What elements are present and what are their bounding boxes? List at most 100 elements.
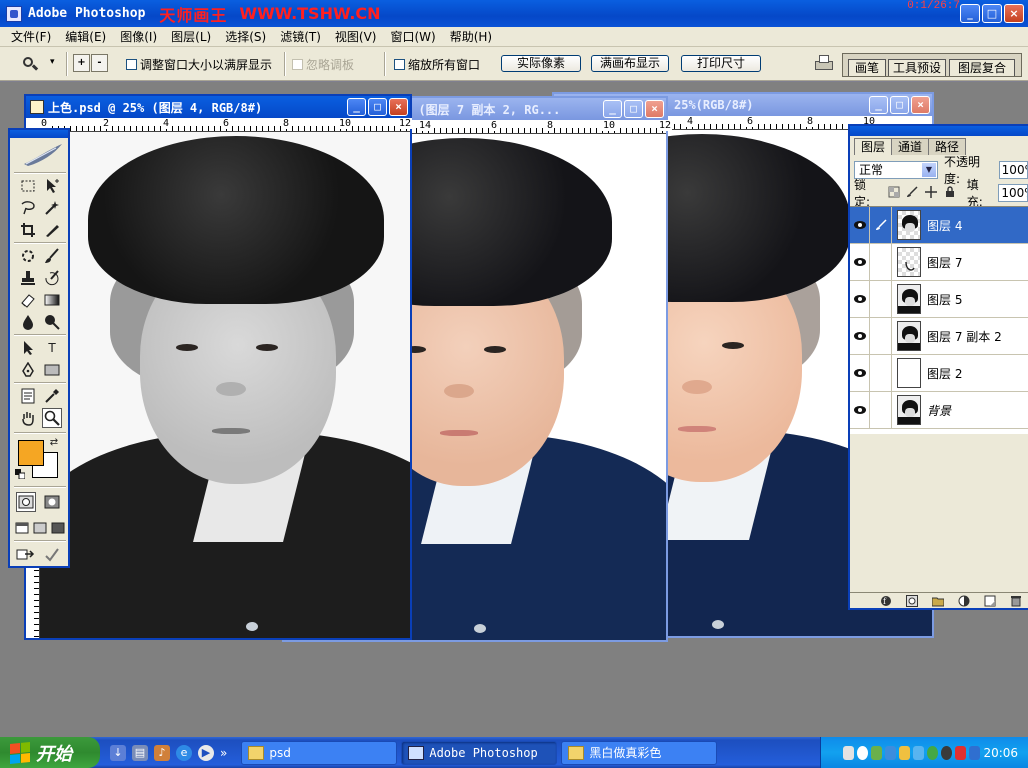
bluetooth-icon[interactable]	[969, 745, 981, 760]
document-window-active[interactable]: 上色.psd @ 25% (图层 4, RGB/8#) _ □ × 0 2 4 …	[24, 94, 413, 640]
app-restore-button[interactable]: □	[982, 4, 1002, 23]
doc-minimize-button[interactable]: _	[603, 100, 622, 118]
layer-row[interactable]: 图层 5	[850, 280, 1028, 318]
doc-close-button[interactable]: ×	[911, 96, 930, 114]
keyboard-icon[interactable]	[843, 745, 855, 760]
well-tab-tool-presets[interactable]: 工具预设	[888, 59, 946, 76]
internet-explorer-icon[interactable]: e	[176, 744, 192, 761]
menu-view[interactable]: 视图(V)	[328, 28, 384, 45]
full-screen-mode-icon[interactable]	[50, 518, 66, 538]
hand-tool-icon[interactable]	[18, 408, 38, 428]
lock-position-icon[interactable]	[924, 186, 938, 200]
task-bw-to-color[interactable]: 黑白做真彩色	[561, 740, 718, 765]
menu-help[interactable]: 帮助(H)	[443, 28, 499, 45]
doc-close-button[interactable]: ×	[389, 98, 408, 116]
path-selection-tool-icon[interactable]	[18, 338, 38, 358]
type-tool-icon[interactable]: T	[42, 338, 62, 358]
zoom-all-windows-checkbox[interactable]: 缩放所有窗口	[394, 56, 480, 73]
menu-image[interactable]: 图像(I)	[113, 28, 164, 45]
jump-to-imageready-icon[interactable]	[16, 544, 36, 564]
slice-tool-icon[interactable]	[42, 220, 62, 240]
doc-maximize-button[interactable]: □	[368, 98, 387, 116]
well-tab-brushes[interactable]: 画笔	[848, 59, 886, 76]
notes-tool-icon[interactable]	[18, 386, 38, 406]
visibility-eye-icon[interactable]	[850, 354, 870, 392]
gradient-tool-icon[interactable]	[42, 290, 62, 310]
history-brush-tool-icon[interactable]	[42, 268, 62, 288]
doc-maximize-button[interactable]: □	[890, 96, 909, 114]
visibility-eye-icon[interactable]	[850, 206, 870, 244]
new-layer-icon[interactable]	[984, 595, 996, 607]
document-titlebar[interactable]: 上色.psd @ 25% (图层 4, RGB/8#) _ □ ×	[26, 96, 410, 118]
tab-layers[interactable]: 图层	[854, 138, 893, 155]
move-tool-icon[interactable]	[42, 176, 62, 196]
visibility-eye-icon[interactable]	[850, 280, 870, 318]
menu-select[interactable]: 选择(S)	[218, 28, 273, 45]
zoom-in-button[interactable]: +	[73, 54, 90, 72]
dodge-tool-icon[interactable]	[42, 312, 62, 332]
adjustment-layer-icon[interactable]	[958, 595, 970, 607]
menu-filter[interactable]: 滤镜(T)	[273, 28, 328, 45]
file-browser-icon[interactable]	[814, 55, 834, 72]
healing-brush-tool-icon[interactable]	[18, 246, 38, 266]
lasso-tool-icon[interactable]	[18, 198, 38, 218]
magic-wand-tool-icon[interactable]	[42, 198, 62, 218]
fit-screen-button[interactable]: 满画布显示	[591, 55, 669, 72]
media-icon[interactable]: ♪	[154, 744, 170, 761]
standard-screen-mode-icon[interactable]	[14, 518, 30, 538]
crop-tool-icon[interactable]	[18, 220, 38, 240]
tool-preset-dropdown-icon[interactable]: ▾	[50, 57, 55, 67]
rectangle-tool-icon[interactable]	[42, 360, 62, 380]
brush-tool-icon[interactable]	[42, 246, 62, 266]
security-shield-icon[interactable]	[955, 745, 967, 760]
checkbox-box[interactable]	[126, 59, 137, 70]
pen-tool-icon[interactable]	[18, 360, 38, 380]
zoom-tool-icon[interactable]	[20, 55, 39, 73]
layer-link-slot[interactable]	[870, 391, 892, 429]
imageready-icon[interactable]	[42, 544, 62, 564]
layer-link-slot[interactable]	[870, 354, 892, 392]
quick-mask-mode-icon[interactable]	[42, 492, 62, 512]
lock-pixels-icon[interactable]	[905, 186, 919, 200]
menu-layer[interactable]: 图层(L)	[164, 28, 218, 45]
horizontal-ruler[interactable]: 0 2 4 6 8 10 12	[40, 118, 413, 132]
photoshop-app-icon[interactable]	[6, 5, 22, 22]
paintbrush-icon[interactable]	[870, 206, 892, 244]
quick-launch-more-icon[interactable]: »	[220, 746, 227, 760]
layers-palette-titlebar[interactable]	[850, 126, 1028, 136]
lock-transparency-icon[interactable]	[887, 186, 901, 200]
menu-file[interactable]: 文件(F)	[4, 28, 58, 45]
task-psd[interactable]: psd	[241, 740, 398, 765]
network-icon[interactable]	[871, 745, 883, 760]
toolbox-titlebar[interactable]	[10, 130, 68, 138]
menu-window[interactable]: 窗口(W)	[383, 28, 442, 45]
swap-colors-icon[interactable]: ⇄	[48, 436, 60, 448]
chevron-down-icon[interactable]: ▼	[921, 163, 936, 177]
app-close-button[interactable]: ×	[1004, 4, 1024, 23]
opacity-input[interactable]: 100%	[998, 161, 1028, 179]
layer-row[interactable]: 图层 7	[850, 243, 1028, 281]
visibility-eye-icon[interactable]	[850, 317, 870, 355]
checkbox-box[interactable]	[394, 59, 405, 70]
actual-pixels-button[interactable]: 实际像素	[501, 55, 581, 72]
standard-mode-icon[interactable]	[16, 492, 36, 512]
layer-row[interactable]: 图层 2	[850, 354, 1028, 392]
layer-link-slot[interactable]	[870, 317, 892, 355]
messenger-icon[interactable]	[885, 745, 897, 760]
volume-icon[interactable]	[899, 745, 911, 760]
print-size-button[interactable]: 打印尺寸	[681, 55, 761, 72]
clone-stamp-tool-icon[interactable]	[18, 268, 38, 288]
layer-row[interactable]: 图层 4	[850, 206, 1028, 244]
media-player-icon[interactable]: ▶	[198, 744, 214, 761]
doc-minimize-button[interactable]: _	[347, 98, 366, 116]
app-minimize-button[interactable]: _	[960, 4, 980, 23]
resize-windows-checkbox[interactable]: 调整窗口大小以满屏显示	[126, 56, 272, 73]
zoom-tool-icon[interactable]	[42, 408, 62, 428]
new-layer-set-icon[interactable]	[932, 595, 944, 607]
delete-layer-icon[interactable]	[1010, 595, 1022, 607]
notepad-icon[interactable]: ▤	[132, 744, 148, 761]
foreground-color-swatch[interactable]	[18, 440, 44, 466]
lock-all-icon[interactable]	[943, 186, 957, 200]
visibility-eye-icon[interactable]	[850, 391, 870, 429]
full-screen-menu-mode-icon[interactable]	[32, 518, 48, 538]
